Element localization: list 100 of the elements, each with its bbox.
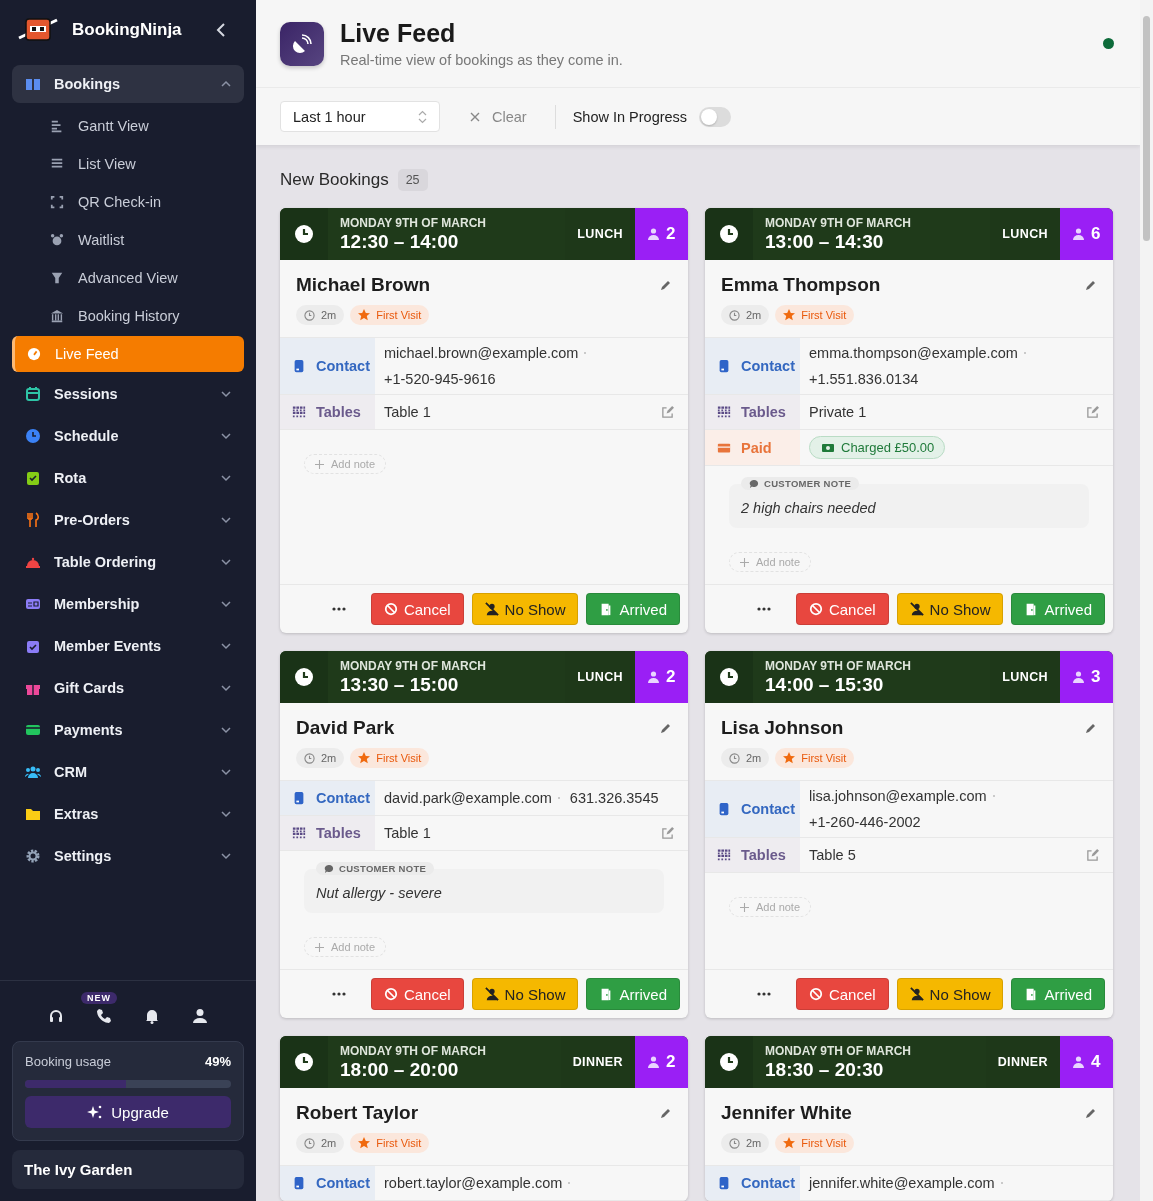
note-text: 2 high chairs needed <box>741 500 877 516</box>
guest-name: Jennifer White <box>721 1102 852 1124</box>
table-text: Table 1 <box>384 825 431 841</box>
credit-card-icon <box>25 722 41 738</box>
contact-label: Contact <box>280 338 375 394</box>
nav-item[interactable]: Membership <box>12 583 244 625</box>
more-icon <box>756 992 771 996</box>
no-show-button[interactable]: No Show <box>896 593 1004 625</box>
cancel-button[interactable]: Cancel <box>370 593 464 625</box>
booking-date: MONDAY 9TH OF MARCH <box>765 1044 912 1058</box>
edit-tables-button[interactable] <box>1086 848 1099 862</box>
table-text: Table 1 <box>384 404 431 420</box>
nav-subitem[interactable]: QR Check-in <box>24 183 244 221</box>
person-crossed-icon <box>909 602 924 616</box>
contact-label: Contact <box>280 1166 375 1200</box>
plus-icon <box>315 459 324 469</box>
no-show-button[interactable]: No Show <box>471 978 579 1010</box>
nav-item[interactable]: Payments <box>12 709 244 751</box>
nav-item[interactable]: CRM <box>12 751 244 793</box>
edit-button[interactable] <box>660 722 672 734</box>
nav-subitem[interactable]: Waitlist <box>24 221 244 259</box>
guest-count: 2 <box>635 1036 688 1088</box>
ban-icon <box>808 987 823 1001</box>
nav-item[interactable]: Gift Cards <box>12 667 244 709</box>
guest-name: David Park <box>296 717 395 739</box>
first-visit-tag: First Visit <box>775 748 855 768</box>
edit-button[interactable] <box>660 1107 672 1119</box>
cancel-button[interactable]: Cancel <box>795 593 889 625</box>
nav-item[interactable]: Schedule <box>12 415 244 457</box>
phone-text: +1.551.836.0134 <box>809 370 919 389</box>
clock-outline-icon <box>729 309 740 321</box>
new-badge: NEW <box>81 992 117 1004</box>
time-range-select[interactable]: Last 1 hour <box>280 101 440 132</box>
gauge-icon <box>27 347 41 361</box>
nav-subitem[interactable]: Gantt View <box>24 107 244 145</box>
nav-subitem[interactable]: List View <box>24 145 244 183</box>
service-label: DINNER <box>997 1055 1048 1069</box>
edit-button[interactable] <box>1085 722 1097 734</box>
id-card-icon <box>25 596 41 612</box>
tables-icon <box>717 405 731 419</box>
chevron-down-icon <box>220 598 232 610</box>
nav-item[interactable]: Bookings <box>12 65 244 103</box>
clock-icon <box>719 224 739 244</box>
booking-time: 12:30 – 14:00 <box>340 231 460 253</box>
service-label: LUNCH <box>1002 670 1048 684</box>
nav-item[interactable]: Table Ordering <box>12 541 244 583</box>
close-icon <box>470 111 480 122</box>
edit-tables-button[interactable] <box>661 405 674 419</box>
edit-tables-button[interactable] <box>661 826 674 840</box>
chevron-down-icon <box>220 724 232 736</box>
edit-button[interactable] <box>660 279 672 291</box>
book-icon <box>25 76 41 92</box>
booking-time: 18:00 – 20:00 <box>340 1059 460 1081</box>
tables-label: Tables <box>280 395 375 429</box>
no-show-button[interactable]: No Show <box>896 978 1004 1010</box>
no-show-button[interactable]: No Show <box>471 593 579 625</box>
page-title: Live Feed <box>340 19 457 48</box>
cancel-button[interactable]: Cancel <box>370 978 464 1010</box>
chevron-down-icon <box>220 850 232 862</box>
edit-button[interactable] <box>1085 279 1097 291</box>
user-icon <box>192 1008 208 1024</box>
chevron-down-icon <box>220 514 232 526</box>
toggle-label: Show In Progress <box>572 108 688 125</box>
usage-label: Booking usage <box>25 1054 111 1069</box>
calendar-icon <box>25 386 41 402</box>
nav-subitem[interactable]: Advanced View <box>24 259 244 297</box>
phone-icon <box>96 1008 112 1024</box>
plus-icon <box>740 557 749 567</box>
person-icon <box>648 671 659 683</box>
email-text: david.park@example.com <box>384 789 552 808</box>
chevron-left-icon <box>216 23 226 37</box>
edit-button[interactable] <box>1085 1107 1097 1119</box>
nav-item[interactable]: Settings <box>12 835 244 877</box>
payment-label: Paid <box>705 430 800 465</box>
tables-label: Tables <box>280 816 375 850</box>
edit-tables-button[interactable] <box>1086 405 1099 419</box>
email-text: robert.taylor@example.com <box>384 1174 563 1193</box>
guest-count: 3 <box>1060 651 1113 703</box>
cash-icon <box>822 442 834 453</box>
person-crossed-icon <box>484 987 499 1001</box>
phone-device-icon <box>292 1176 306 1190</box>
nav-item[interactable]: Member Events <box>12 625 244 667</box>
upgrade-button[interactable]: Upgrade <box>25 1096 231 1128</box>
nav-item[interactable]: Pre-Orders <box>12 499 244 541</box>
scrollbar-thumb[interactable] <box>1143 16 1150 241</box>
edit-icon <box>661 826 674 840</box>
show-in-progress-toggle[interactable] <box>699 106 732 127</box>
nav-item[interactable]: Rota <box>12 457 244 499</box>
booking-date: MONDAY 9TH OF MARCH <box>340 216 487 230</box>
ninja-logo-icon <box>18 16 58 44</box>
nav-subitem[interactable]: Booking History <box>24 297 244 335</box>
chevron-down-icon <box>220 808 232 820</box>
nav-item[interactable]: Sessions <box>12 373 244 415</box>
contact-label: Contact <box>705 338 800 394</box>
cancel-button[interactable]: Cancel <box>795 978 889 1010</box>
person-crossed-icon <box>909 987 924 1001</box>
phone-device-icon <box>717 802 731 816</box>
nav-item[interactable]: Extras <box>12 793 244 835</box>
satellite-dish-icon <box>292 33 312 54</box>
person-icon <box>1073 228 1084 240</box>
